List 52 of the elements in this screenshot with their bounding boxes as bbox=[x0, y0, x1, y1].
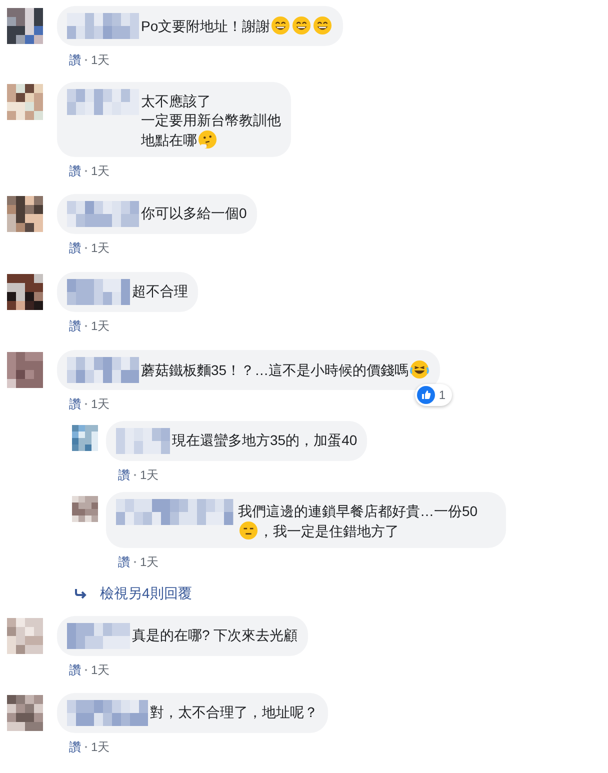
timestamp: 1天 bbox=[91, 52, 110, 69]
thinking-face-icon bbox=[198, 130, 217, 149]
avatar[interactable] bbox=[7, 196, 43, 232]
blurred-name[interactable] bbox=[67, 13, 139, 39]
like-link[interactable]: 讚 bbox=[69, 661, 81, 679]
blurred-name[interactable] bbox=[116, 499, 236, 525]
reply-arrow-icon bbox=[74, 588, 88, 600]
reaction-count: 1 bbox=[438, 386, 446, 404]
grinning-face-icon bbox=[313, 16, 332, 35]
blurred-name[interactable] bbox=[67, 89, 139, 115]
comment-text: 我們這邊的連鎖早餐店都好貴…一份50 ，我一定是住錯地方了 bbox=[238, 502, 479, 541]
grinning-face-icon bbox=[271, 16, 290, 35]
comment-text: 對，太不合理了，地址呢？ bbox=[150, 703, 318, 722]
timestamp: 1天 bbox=[91, 318, 110, 335]
timestamp: 1天 bbox=[91, 662, 110, 679]
timestamp: 1天 bbox=[91, 163, 110, 180]
like-link[interactable]: 讚 bbox=[118, 466, 130, 484]
avatar[interactable] bbox=[7, 8, 43, 44]
blurred-name[interactable] bbox=[67, 700, 148, 726]
avatar[interactable] bbox=[7, 352, 43, 388]
laughing-tears-face-icon bbox=[410, 360, 429, 379]
timestamp: 1天 bbox=[140, 467, 159, 484]
like-link[interactable]: 讚 bbox=[69, 738, 81, 756]
comment-text: 太不應該了 一定要用新台幣教訓他 地點在哪 bbox=[141, 92, 281, 150]
avatar[interactable] bbox=[7, 274, 43, 310]
view-more-replies-link[interactable]: 檢視另4則回覆 bbox=[74, 583, 192, 604]
avatar[interactable] bbox=[7, 84, 43, 120]
timestamp: 1天 bbox=[140, 554, 159, 571]
timestamp: 1天 bbox=[91, 240, 110, 257]
blurred-name[interactable] bbox=[67, 279, 130, 305]
like-link[interactable]: 讚 bbox=[69, 239, 81, 257]
blurred-name[interactable] bbox=[116, 428, 170, 454]
comment-text: 你可以多給一個0 bbox=[141, 204, 247, 223]
like-link[interactable]: 讚 bbox=[69, 162, 81, 180]
blurred-name[interactable] bbox=[67, 201, 139, 227]
like-link[interactable]: 讚 bbox=[69, 51, 81, 69]
comment-text: Po文要附地址！謝謝 bbox=[141, 13, 334, 36]
reaction-badge[interactable]: 1 bbox=[414, 384, 452, 406]
timestamp: 1天 bbox=[91, 396, 110, 413]
comment-text: 超不合理 bbox=[132, 282, 188, 301]
comment-text: 真是的在哪? 下次來去光顧 bbox=[132, 626, 298, 645]
grinning-face-icon bbox=[292, 16, 312, 35]
timestamp: 1天 bbox=[91, 739, 110, 756]
like-link[interactable]: 讚 bbox=[118, 553, 130, 571]
comment-text: 蘑菇鐵板麵35！？…這不是小時候的價錢嗎 bbox=[141, 357, 430, 380]
neutral-face-icon bbox=[239, 521, 258, 540]
blurred-name[interactable] bbox=[67, 357, 139, 383]
like-link[interactable]: 讚 bbox=[69, 317, 81, 335]
blurred-name[interactable] bbox=[67, 623, 130, 649]
comment-text: 現在還蠻多地方35的，加蛋40 bbox=[172, 431, 358, 450]
like-link[interactable]: 讚 bbox=[69, 395, 81, 413]
thumbs-up-icon bbox=[416, 386, 435, 404]
